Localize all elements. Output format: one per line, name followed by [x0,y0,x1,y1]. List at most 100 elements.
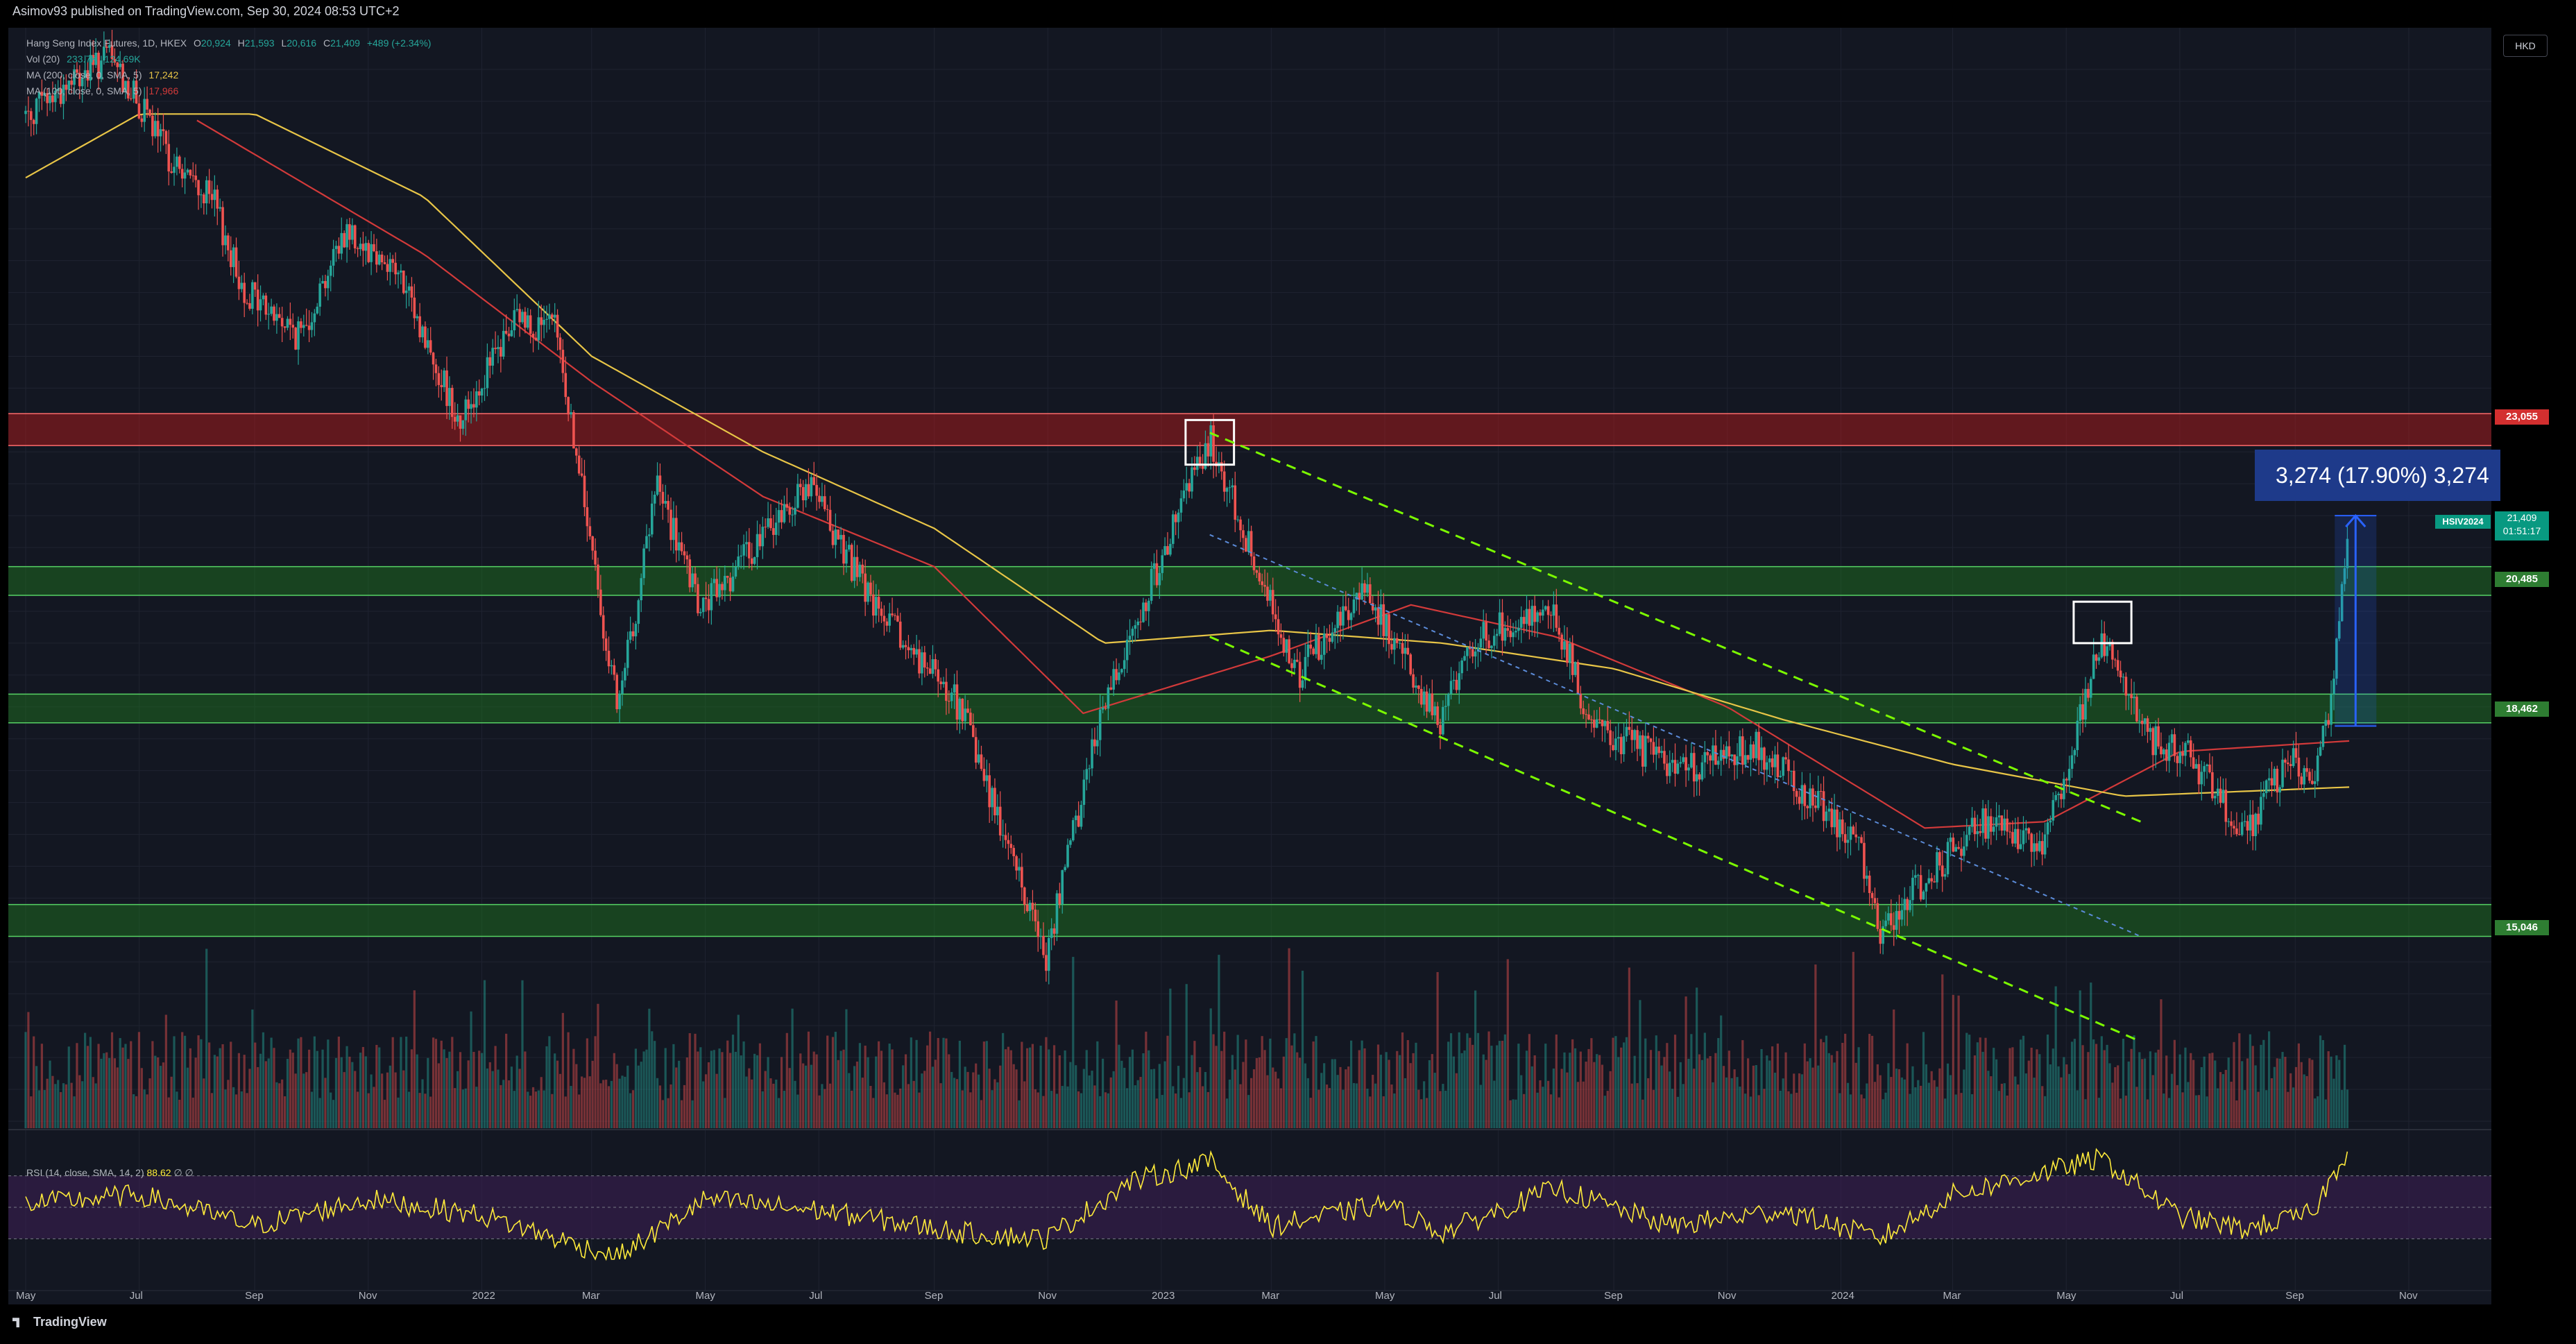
volume-bar [54,1084,57,1128]
volume-bar [799,1053,802,1128]
volume-bar [2149,1051,2151,1128]
time-tick-label: Sep [925,1290,944,1302]
candle-body [1563,641,1566,650]
candle-body [1134,625,1137,629]
candle-body [359,244,362,250]
volume-bar [975,1063,978,1128]
volume-bar [939,1083,942,1128]
candle-body [1212,425,1215,462]
candle-body [1412,674,1415,688]
volume-bar [92,1077,94,1128]
candle-body [1592,720,1596,728]
tradingview-logo[interactable]: TradingView [12,1315,107,1329]
volume-bar [1355,1083,1358,1128]
volume-bar [1563,1052,1566,1128]
volume-bar [1382,1096,1385,1128]
candle-body [1312,648,1315,654]
volume-bar [30,1096,33,1128]
candle-body [710,583,713,611]
volume-bar [116,1067,119,1128]
volume-bar [432,1037,435,1128]
candle-body [1866,875,1868,879]
candle-body [1034,909,1037,921]
candle-body [1118,672,1120,681]
volume-bar [2254,1065,2257,1128]
volume-bar [1245,1039,1247,1128]
candle-body [343,232,346,248]
volume-bar [413,990,416,1128]
candle-body [2027,828,2031,834]
volume-bar [894,1092,896,1128]
volume-bar [685,1057,688,1128]
candle-body [327,275,330,289]
candle-body [1158,572,1161,586]
candle-body [416,316,419,318]
volume-bar [629,1093,632,1128]
volume-bar [505,1033,508,1128]
volume-bar [1487,1031,1490,1128]
volume-bar [1636,1083,1639,1128]
volume-bar [1312,1041,1315,1128]
candle-body [896,615,899,622]
candle-body [2294,748,2298,758]
volume-bar [756,1055,759,1128]
candle-body [2095,654,2098,661]
chart-canvas[interactable]: 28,50028,00027,50027,00026,50026,00025,5… [8,28,2491,1332]
candle-body [724,575,726,590]
volume-bar [1749,1096,1752,1128]
support-badge-18462: 18,462 [2495,701,2549,717]
volume-bar [958,1040,961,1128]
candle-body [1152,563,1156,569]
candle-body [1814,805,1817,808]
measurement-label[interactable]: 3,274 (17.90%) 3,274 [2255,450,2500,501]
volume-bar [2081,1045,2084,1128]
candle-body [1209,425,1213,457]
volume-bar [2114,1067,2117,1128]
volume-bar [1469,1037,1472,1128]
volume-bar [70,1082,73,1128]
volume-bar [1854,1062,1857,1128]
candle-body [801,487,805,500]
candle-body [548,314,551,319]
candle-body [153,121,157,137]
volume-bar [955,1079,959,1128]
symbol-legend: Hang Seng Index Futures, 1D, HKEX O20,92… [26,37,431,49]
candle-body [550,314,554,318]
volume-bar [103,1053,105,1128]
candle-body [1295,659,1299,662]
candle-body [543,319,545,325]
volume-bar [602,1080,605,1128]
volume-bar [2190,1053,2192,1128]
volume-bar [1390,1084,1393,1128]
candle-body [588,526,592,536]
volume-bar [1345,1069,1347,1128]
volume-bar [1614,1036,1617,1128]
volume-bar [1179,1098,1183,1128]
candle-body [486,357,489,389]
candle-body [1125,639,1129,661]
candle-body [1519,617,1523,628]
volume-bar [2327,1051,2330,1128]
candle-body [1990,816,1993,832]
candle-body [796,484,799,508]
candle-body [1963,846,1965,856]
candle-body [869,582,872,595]
candle-body [864,573,867,602]
volume-bar [1123,1067,1126,1128]
volume-bar [162,1062,165,1128]
chart-area[interactable]: 28,50028,00027,50027,00026,50026,00025,5… [8,28,2491,1332]
volume-bar [1690,1034,1693,1128]
volume-bar [1814,964,1817,1128]
volume-bar [2187,1082,2190,1128]
volume-bar [796,1094,799,1128]
candle-body [1231,485,1234,488]
candle-body [993,788,996,816]
candle-body [1487,640,1490,649]
volume-bar [2000,1083,2003,1128]
volume-bar [788,1068,791,1128]
currency-button[interactable]: HKD [2503,35,2548,57]
volume-bar [1995,1059,1998,1128]
volume-bar [2273,1066,2276,1128]
candle-body [1015,856,1018,871]
volume-bar [243,1055,246,1128]
